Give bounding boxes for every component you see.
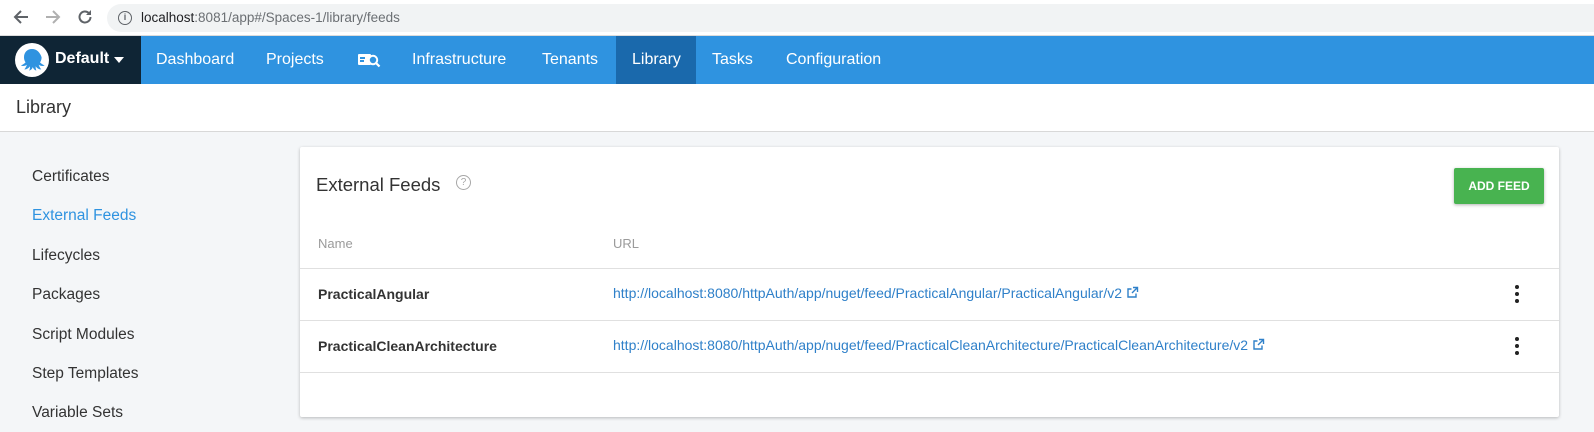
back-arrow-icon[interactable] (11, 8, 31, 28)
search-icon[interactable] (347, 36, 389, 84)
nav-configuration[interactable]: Configuration (770, 36, 897, 84)
sidebar-item-variable-sets[interactable]: Variable Sets (32, 404, 123, 422)
sidebar-item-certificates[interactable]: Certificates (32, 168, 110, 186)
caret-down-icon (114, 57, 124, 63)
external-link-icon[interactable] (1126, 286, 1139, 302)
card-title: External Feeds (316, 174, 441, 195)
nav-dashboard[interactable]: Dashboard (140, 36, 250, 84)
nav-infrastructure[interactable]: Infrastructure (396, 36, 522, 84)
nav-projects[interactable]: Projects (250, 36, 340, 84)
feed-name[interactable]: PracticalCleanArchitecture (318, 338, 497, 354)
add-feed-button[interactable]: ADD FEED (1454, 168, 1544, 204)
external-link-icon[interactable] (1252, 338, 1265, 354)
space-switcher[interactable]: Default (0, 36, 141, 84)
feed-url-text[interactable]: http://localhost:8080/httpAuth/app/nuget… (613, 337, 1248, 353)
feed-url-link[interactable]: http://localhost:8080/httpAuth/app/nuget… (613, 285, 1139, 302)
space-name: Default (55, 50, 110, 67)
url-path: :8081/app#/Spaces-1/library/feeds (194, 10, 400, 25)
help-icon[interactable]: ? (456, 175, 471, 190)
sidebar-item-script-modules[interactable]: Script Modules (32, 326, 135, 344)
table-row[interactable]: PracticalAngular http://localhost:8080/h… (300, 268, 1559, 320)
column-header-name: Name (318, 236, 353, 251)
reload-icon[interactable] (75, 8, 95, 28)
sidebar-item-lifecycles[interactable]: Lifecycles (32, 247, 100, 265)
sidebar-item-step-templates[interactable]: Step Templates (32, 365, 139, 383)
page-header: Library (0, 84, 1594, 132)
feed-url-link[interactable]: http://localhost:8080/httpAuth/app/nuget… (613, 337, 1265, 354)
forward-arrow-icon[interactable] (43, 8, 63, 28)
nav-tenants[interactable]: Tenants (526, 36, 614, 84)
sidebar-item-external-feeds[interactable]: External Feeds (32, 207, 136, 225)
address-bar[interactable]: i localhost:8081/app#/Spaces-1/library/f… (107, 4, 1594, 32)
sidebar-item-packages[interactable]: Packages (32, 286, 100, 304)
more-vert-icon[interactable] (1510, 283, 1524, 307)
info-icon[interactable]: i (118, 11, 132, 25)
feed-url-text[interactable]: http://localhost:8080/httpAuth/app/nuget… (613, 285, 1122, 301)
nav-tasks[interactable]: Tasks (696, 36, 769, 84)
top-navigation: Default Dashboard Projects Infrastructur… (0, 36, 1594, 84)
table-divider (300, 372, 1559, 373)
more-vert-icon[interactable] (1510, 335, 1524, 359)
feed-name[interactable]: PracticalAngular (318, 286, 429, 302)
browser-toolbar: i localhost:8081/app#/Spaces-1/library/f… (0, 0, 1594, 36)
url-text: localhost:8081/app#/Spaces-1/library/fee… (141, 10, 400, 25)
column-header-url: URL (613, 236, 640, 251)
octopus-logo-icon (15, 43, 49, 77)
url-host: localhost (141, 10, 195, 25)
nav-library[interactable]: Library (616, 36, 696, 84)
page-title: Library (16, 97, 72, 117)
external-feeds-card: External Feeds ? ADD FEED Name URL Pract… (300, 147, 1559, 417)
table-row[interactable]: PracticalCleanArchitecture http://localh… (300, 320, 1559, 372)
